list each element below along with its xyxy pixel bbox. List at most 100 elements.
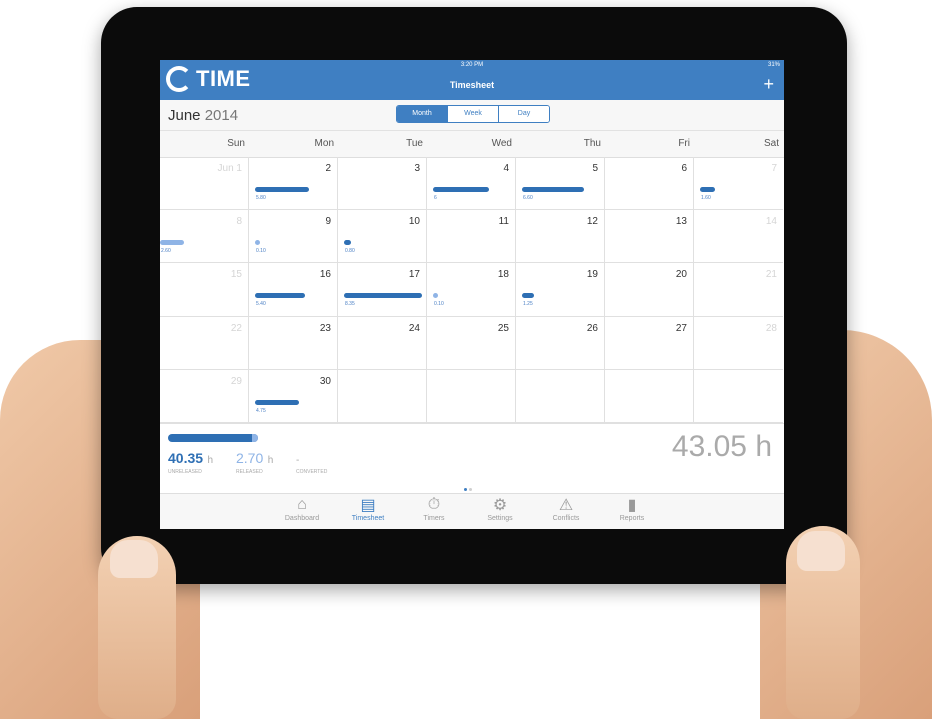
calendar-day-cell[interactable]: 9 0.10 — [249, 210, 338, 264]
day-number: 16 — [319, 269, 331, 281]
view-day-button[interactable]: Day — [498, 106, 549, 122]
day-number: 30 — [319, 375, 331, 387]
weekday-label: Tue — [406, 138, 423, 149]
summary-panel: 40.35 h UNRELEASED 2.70 h RELEASED - CON… — [160, 423, 784, 494]
page-dot-active — [464, 488, 467, 491]
hours-value: 6 — [434, 195, 437, 201]
day-number: 21 — [765, 269, 777, 281]
tab-timesheet[interactable]: ▤ Timesheet — [338, 496, 398, 522]
released-value: 2.70 — [236, 450, 264, 466]
hours-value: 6.60 — [523, 195, 533, 201]
day-number: 24 — [408, 322, 420, 334]
add-button[interactable]: + — [763, 74, 774, 95]
calendar-day-cell[interactable]: 24 — [338, 316, 427, 370]
calendar-day-cell[interactable]: 29 — [160, 369, 249, 423]
right-thumbnail — [797, 531, 845, 571]
calendar-day-cell[interactable]: 21 — [694, 263, 783, 317]
tab-label: Settings — [487, 515, 513, 522]
calendar-day-cell[interactable] — [338, 369, 427, 423]
calendar-day-cell[interactable]: 12 — [516, 210, 605, 264]
hours-value: 0.10 — [434, 301, 444, 308]
day-number: 2 — [325, 163, 331, 174]
view-week-button[interactable]: Week — [447, 106, 498, 122]
calendar-day-cell[interactable]: 3 — [338, 157, 427, 211]
released-unit: h — [267, 455, 274, 466]
day-number: 10 — [408, 216, 420, 228]
calendar-day-cell[interactable] — [516, 369, 605, 423]
calendar-day-cell[interactable]: 13 — [605, 210, 694, 264]
calendar-day-cell[interactable]: 8 2.60 — [160, 210, 249, 264]
calendar-day-cell[interactable]: 2 5.80 — [249, 157, 338, 211]
day-number: 6 — [681, 163, 687, 174]
tab-reports[interactable]: ▮ Reports — [602, 496, 662, 522]
calendar-day-cell[interactable]: 23 — [249, 316, 338, 370]
hours-value: 8.35 — [345, 301, 355, 308]
tab-timers[interactable]: ⏱ Timers — [404, 496, 464, 522]
calendar-day-cell[interactable]: 5 6.60 — [516, 157, 605, 211]
day-number: 3 — [414, 163, 420, 174]
calendar-day-cell[interactable]: Jun 1 — [160, 157, 249, 211]
calendar-day-cell[interactable]: 25 — [427, 316, 516, 370]
hours-bar — [160, 240, 184, 246]
day-number: 28 — [765, 322, 777, 334]
calendar-day-cell[interactable]: 17 8.35 — [338, 263, 427, 317]
day-number: 9 — [325, 216, 331, 228]
page-dot — [469, 488, 472, 491]
calendar-day-cell[interactable]: 6 — [605, 157, 694, 211]
calendar-day-cell[interactable] — [427, 369, 516, 423]
tab-label: Conflicts — [552, 515, 580, 522]
left-thumbnail — [110, 540, 158, 578]
navigation-bar: TIME 3:20 PM 31% Timesheet + — [160, 60, 784, 100]
calendar-day-cell[interactable]: 28 — [694, 317, 783, 370]
day-number: 12 — [586, 216, 598, 228]
total-hours: 43.05 h — [671, 430, 772, 463]
calendar-week-row: 8 2.60 9 0.10 10 0.80 11 12 13 14 — [160, 210, 784, 264]
calendar-day-cell[interactable]: 27 — [605, 316, 694, 370]
calendar-day-cell[interactable]: 20 — [605, 263, 694, 317]
day-number: 4 — [503, 163, 509, 174]
day-number: Jun 1 — [217, 163, 242, 174]
day-number: 29 — [230, 375, 242, 387]
calendar-header: June 2014 Month Week Day — [160, 100, 784, 131]
hours-value: 2.60 — [161, 248, 171, 255]
calendar-day-cell[interactable]: 22 — [160, 316, 249, 370]
calendar-day-cell[interactable]: 7 1.60 — [694, 157, 783, 211]
calendar-day-cell[interactable]: 19 1.25 — [516, 263, 605, 317]
tab-conflicts[interactable]: ⚠ Conflicts — [536, 496, 596, 522]
weekday-label: Sat — [763, 138, 779, 149]
status-time: 3:20 PM — [460, 62, 484, 68]
calendar-day-cell[interactable] — [694, 370, 783, 423]
hours-bar — [255, 240, 260, 246]
calendar-day-cell[interactable]: 18 0.10 — [427, 263, 516, 317]
stopwatch-icon: ⏱ — [427, 496, 441, 513]
calendar-week-row: 29 30 4.75 — [160, 369, 784, 423]
bar-chart-icon: ▮ — [627, 497, 637, 514]
weekday-label: Fri — [678, 138, 690, 149]
calendar-day-cell[interactable]: 14 — [694, 210, 783, 264]
calendar-day-cell[interactable]: 46 — [427, 157, 516, 211]
tab-dashboard[interactable]: ⌂ Dashboard — [272, 496, 332, 522]
calendar-day-cell[interactable] — [605, 369, 694, 423]
view-month-button[interactable]: Month — [397, 106, 447, 122]
weekday-label: Mon — [314, 138, 334, 149]
released-progress-segment — [252, 434, 258, 442]
hours-value: 0.10 — [256, 248, 266, 255]
hours-bar — [344, 293, 422, 299]
day-number: 5 — [592, 163, 598, 174]
weekday-label: Thu — [583, 138, 601, 149]
calendar-day-cell[interactable]: 16 5.40 — [249, 263, 338, 317]
calendar-day-cell[interactable]: 15 — [160, 263, 249, 317]
calendar-day-cell[interactable]: 11 — [427, 210, 516, 264]
unreleased-stat: 40.35 h UNRELEASED — [168, 450, 213, 475]
calendar-day-cell[interactable]: 10 0.80 — [338, 210, 427, 264]
day-number: 7 — [771, 163, 777, 174]
day-number: 15 — [230, 269, 242, 281]
converted-caption: CONVERTED — [296, 469, 328, 475]
battery-indicator: 31% — [767, 62, 780, 68]
tab-settings[interactable]: ⚙ Settings — [470, 496, 530, 522]
hours-bar — [522, 187, 584, 192]
hours-value: 1.60 — [701, 195, 711, 201]
calendar-day-cell[interactable]: 26 — [516, 316, 605, 370]
calendar-day-cell[interactable]: 30 4.75 — [249, 369, 338, 423]
hours-value: 4.75 — [256, 407, 266, 414]
